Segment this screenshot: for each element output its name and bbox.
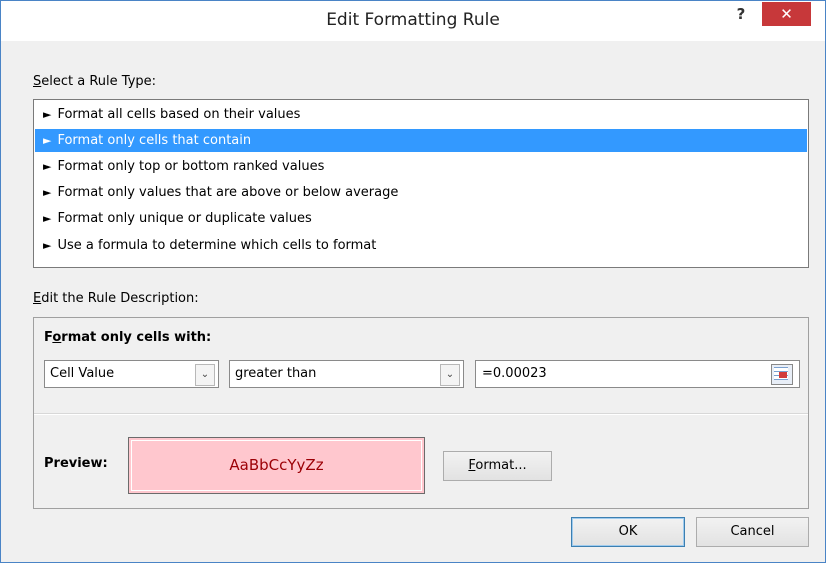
cancel-button[interactable]: Cancel: [696, 517, 809, 547]
operator-value: greater than: [235, 366, 317, 381]
close-icon: ✕: [780, 5, 793, 23]
triangle-arrow-icon: ►: [43, 134, 52, 147]
triangle-arrow-icon: ►: [43, 108, 52, 121]
value-input[interactable]: =0.00023: [475, 360, 800, 388]
preview-text: AaBbCcYyZz: [229, 456, 324, 474]
triangle-arrow-icon: ►: [43, 160, 52, 173]
rule-type-label: Select a Rule Type:: [33, 74, 157, 89]
ok-button[interactable]: OK: [571, 517, 685, 547]
rule-type-item[interactable]: ► Format only top or bottom ranked values: [35, 155, 807, 178]
chevron-down-icon[interactable]: ⌄: [195, 364, 215, 386]
chevron-down-icon[interactable]: ⌄: [440, 364, 460, 386]
triangle-arrow-icon: ►: [43, 186, 52, 199]
format-only-cells-with-label: Format only cells with:: [44, 330, 212, 345]
triangle-arrow-icon: ►: [43, 212, 52, 225]
format-button[interactable]: Format...: [443, 451, 552, 481]
rule-type-list[interactable]: ► Format all cells based on their values …: [33, 99, 809, 268]
title-bar: Edit Formatting Rule ? ✕: [1, 1, 825, 41]
divider: [34, 414, 808, 415]
rule-type-item[interactable]: ► Format only unique or duplicate values: [35, 207, 807, 230]
condition-value: Cell Value: [50, 366, 115, 381]
range-selector-icon[interactable]: [771, 364, 793, 385]
edit-formatting-rule-dialog: Edit Formatting Rule ? ✕ Select a Rule T…: [0, 0, 826, 563]
rule-type-item-selected[interactable]: ► Format only cells that contain: [35, 129, 807, 152]
operator-dropdown[interactable]: greater than ⌄: [229, 360, 464, 388]
dialog-title: Edit Formatting Rule: [326, 10, 500, 30]
preview-label: Preview:: [44, 456, 108, 471]
rule-description-label: Edit the Rule Description:: [33, 291, 199, 306]
rule-type-item[interactable]: ► Format only values that are above or be…: [35, 181, 807, 204]
triangle-arrow-icon: ►: [43, 239, 52, 252]
rule-type-item[interactable]: ► Format all cells based on their values: [35, 103, 807, 126]
help-button[interactable]: ?: [729, 3, 753, 25]
value-input-text: =0.00023: [482, 366, 547, 381]
rule-type-item[interactable]: ► Use a formula to determine which cells …: [35, 234, 807, 257]
condition-dropdown[interactable]: Cell Value ⌄: [44, 360, 219, 388]
preview-swatch: AaBbCcYyZz: [128, 437, 425, 494]
rule-description-panel: Format only cells with: Cell Value ⌄ gre…: [33, 317, 809, 509]
close-button[interactable]: ✕: [762, 2, 811, 26]
